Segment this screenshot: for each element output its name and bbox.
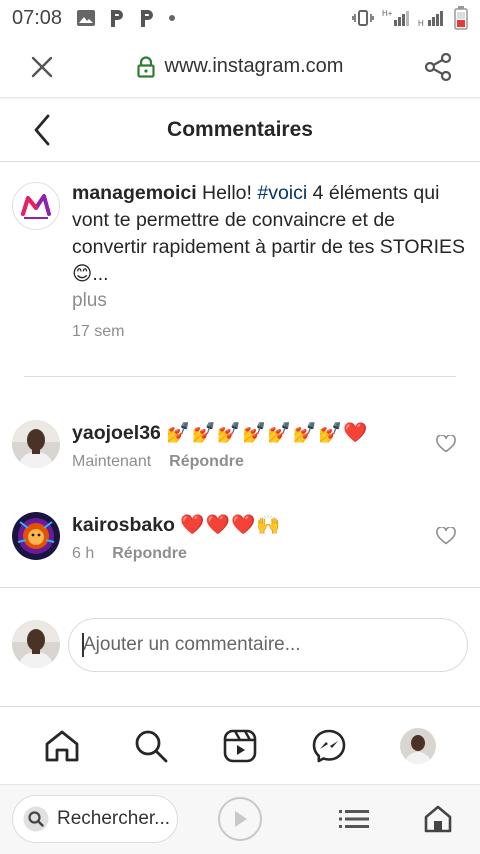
reels-icon (223, 729, 257, 762)
p-app-icon (138, 8, 156, 28)
comment-username[interactable]: yaojoel36 (72, 422, 161, 444)
add-comment-bar (0, 588, 480, 706)
user-photo-icon (12, 620, 60, 668)
play-icon (235, 811, 247, 827)
user-photo-icon (12, 420, 60, 468)
url-text: www.instagram.com (164, 55, 344, 77)
avatar[interactable] (12, 512, 60, 560)
svg-text:H+: H+ (382, 9, 393, 18)
home-icon (45, 730, 79, 761)
avatar[interactable] (12, 420, 60, 468)
comment-text: kairosbako ❤️❤️❤️🙌 (72, 512, 282, 538)
browser-search-field[interactable]: Rechercher... (12, 795, 178, 843)
caption-timestamp: 17 sem (72, 323, 125, 340)
search-icon (135, 730, 168, 762)
browser-home-button[interactable] (420, 801, 456, 837)
lion-art-icon (12, 512, 60, 560)
browser-address-bar: www.instagram.com (0, 36, 480, 98)
lock-icon (136, 55, 155, 78)
reply-button[interactable]: Répondre (169, 453, 244, 471)
comment-meta: Maintenant Répondre (72, 453, 244, 471)
nav-reels-button[interactable] (214, 720, 266, 772)
nav-search-button[interactable] (125, 720, 177, 772)
comment-timestamp: 6 h (72, 545, 95, 562)
nav-home-button[interactable] (36, 720, 88, 772)
browser-search-placeholder: Rechercher... (57, 808, 170, 829)
nav-profile-button[interactable] (392, 720, 444, 772)
dot-icon (168, 14, 176, 22)
comment-body: ❤️❤️❤️🙌 (180, 514, 282, 536)
hashtag-link[interactable]: #voici (257, 182, 307, 204)
bottom-navigation (0, 706, 480, 784)
share-icon (424, 52, 452, 81)
more-link[interactable]: plus (72, 290, 107, 312)
status-bar: 07:08 H+ H (0, 0, 480, 36)
browser-menu-button[interactable] (336, 803, 372, 835)
status-right-icons: H+ H (352, 6, 468, 30)
like-comment-button[interactable] (434, 432, 458, 456)
post-caption: managemoici Hello! #voici 4 éléments qui… (0, 162, 480, 378)
profile-avatar-icon (399, 727, 436, 764)
list-menu-icon (339, 810, 369, 828)
nav-messenger-button[interactable] (303, 720, 355, 772)
avatar[interactable] (12, 620, 60, 668)
back-button[interactable] (22, 110, 62, 150)
like-comment-button[interactable] (434, 524, 458, 548)
comment-item: yaojoel36 💅💅💅💅💅💅💅❤️ Maintenant Répondre (0, 420, 480, 510)
search-icon (23, 806, 49, 832)
image-icon (76, 9, 96, 27)
comment-timestamp: Maintenant (72, 453, 152, 470)
comment-body: 💅💅💅💅💅💅💅❤️ (166, 422, 369, 444)
text-caret (82, 633, 84, 657)
close-icon (31, 56, 53, 77)
comment-text: yaojoel36 💅💅💅💅💅💅💅❤️ (72, 420, 369, 446)
signal-h-icon: H (418, 8, 446, 28)
caption-text: managemoici Hello! #voici 4 éléments qui… (72, 180, 468, 288)
svg-text:H: H (418, 19, 424, 28)
close-tab-button[interactable] (0, 36, 84, 97)
status-time: 07:08 (12, 6, 63, 29)
reply-button[interactable]: Répondre (112, 545, 187, 563)
media-play-button[interactable] (218, 797, 262, 841)
p-app-icon (108, 8, 126, 28)
chevron-left-icon (34, 114, 50, 146)
url-field[interactable]: www.instagram.com (84, 55, 396, 78)
page-header: Commentaires (0, 98, 480, 162)
comment-username[interactable]: kairosbako (72, 514, 175, 536)
comment-meta: 6 h Répondre (72, 545, 187, 563)
battery-icon (454, 6, 468, 30)
signal-h-plus-icon: H+ (382, 8, 410, 28)
comment-input[interactable] (68, 618, 468, 672)
heart-outline-icon (436, 435, 456, 453)
page-title: Commentaires (167, 117, 313, 141)
messenger-icon (312, 729, 346, 762)
caption-text-part: Hello! (196, 182, 258, 204)
avatar[interactable] (12, 182, 60, 230)
status-left-icons (76, 8, 176, 28)
divider (24, 376, 456, 377)
vibrate-icon (352, 9, 374, 27)
home-icon (424, 805, 452, 833)
heart-outline-icon (436, 527, 456, 545)
managemoici-logo-icon (21, 194, 51, 219)
share-button[interactable] (396, 36, 480, 97)
browser-toolbar: Rechercher... (0, 784, 480, 854)
caption-username[interactable]: managemoici (72, 182, 197, 204)
